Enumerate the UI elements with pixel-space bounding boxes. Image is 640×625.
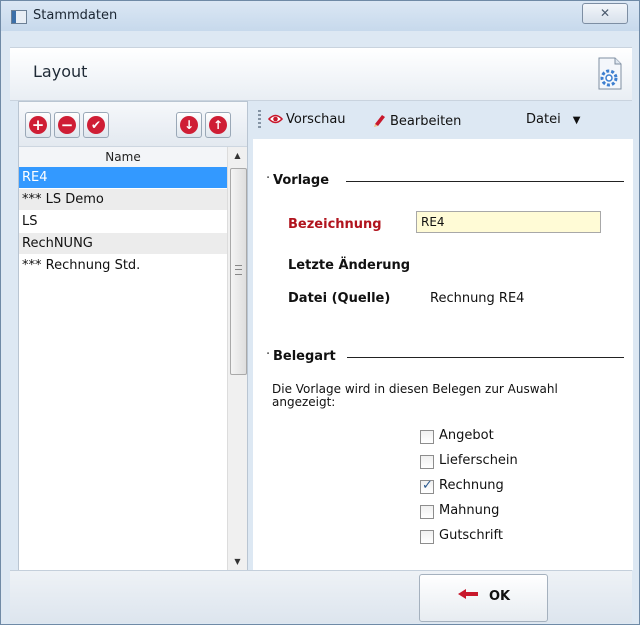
lieferschein-label[interactable]: Lieferschein: [439, 453, 518, 468]
dialog-footer: OK: [10, 570, 632, 623]
window-title: Stammdaten: [33, 8, 118, 23]
close-button[interactable]: ✕: [582, 3, 628, 24]
file-label: Datei: [526, 112, 561, 127]
rechnung-checkbox[interactable]: [420, 478, 434, 494]
scroll-down-icon[interactable]: ▼: [228, 553, 247, 570]
preview-button[interactable]: Vorschau: [268, 112, 346, 127]
page-title: Layout: [33, 62, 88, 81]
back-arrow-icon: [457, 589, 478, 599]
toolbar-grip: [258, 110, 261, 130]
move-down-button[interactable]: ↓: [176, 112, 202, 138]
arrow-down-icon: ↓: [180, 116, 198, 134]
settings-document-icon[interactable]: [596, 56, 624, 92]
section-title-vorlage: Vorlage: [273, 173, 330, 188]
rechnung-label[interactable]: Rechnung: [439, 478, 504, 493]
letzte-aenderung-label: Letzte Änderung: [288, 258, 411, 273]
minus-icon: −: [58, 116, 76, 134]
gutschrift-checkbox[interactable]: [420, 530, 434, 544]
list-item[interactable]: LS: [19, 211, 227, 233]
angebot-checkbox[interactable]: [420, 430, 434, 444]
bezeichnung-label: Bezeichnung: [288, 217, 382, 232]
scroll-thumb[interactable]: [230, 168, 247, 375]
layout-list: RE4 *** LS Demo LS RechNUNG *** Rechnung…: [19, 167, 227, 277]
plus-icon: +: [29, 116, 47, 134]
mahnung-label[interactable]: Mahnung: [439, 503, 499, 518]
check-icon: ✔: [87, 116, 105, 134]
section-divider: [347, 357, 624, 358]
detail-toolbar: Vorschau Bearbeiten Datei ▼: [253, 105, 633, 135]
detail-pane: · Vorlage Bezeichnung RE4 Letzte Änderun…: [253, 139, 633, 570]
title-bar: Stammdaten ✕: [1, 1, 639, 31]
eye-icon: [268, 114, 283, 124]
list-toolbar: + − ✔ ↓ ↑: [19, 102, 247, 147]
section-title-belegart: Belegart: [273, 349, 336, 364]
datei-quelle-value: Rechnung RE4: [430, 291, 525, 306]
add-button[interactable]: +: [25, 112, 51, 138]
section-bullet: ·: [266, 347, 271, 362]
edit-button[interactable]: Bearbeiten: [371, 112, 461, 129]
mahnung-checkbox[interactable]: [420, 505, 434, 519]
datei-quelle-label: Datei (Quelle): [288, 291, 391, 306]
list-scrollbar[interactable]: ▲ ▼: [227, 147, 247, 570]
edit-label: Bearbeiten: [390, 114, 462, 129]
stammdaten-window: Stammdaten ✕ Layout + − ✔ ↓ ↑ Name RE4 *…: [0, 0, 640, 625]
arrow-up-icon: ↑: [209, 116, 227, 134]
page-header: Layout: [10, 47, 632, 101]
ok-label: OK: [488, 589, 511, 604]
gutschrift-label[interactable]: Gutschrift: [439, 528, 503, 543]
section-divider: [346, 181, 624, 182]
list-item[interactable]: *** Rechnung Std.: [19, 255, 227, 277]
file-menu-button[interactable]: Datei ▼: [526, 112, 580, 127]
section-bullet: ·: [266, 171, 271, 186]
belegart-description: Die Vorlage wird in diesen Belegen zur A…: [272, 382, 558, 409]
app-icon: [11, 10, 27, 24]
bezeichnung-input[interactable]: RE4: [416, 211, 601, 233]
remove-button[interactable]: −: [54, 112, 80, 138]
dropdown-caret-icon: ▼: [572, 115, 581, 126]
column-header-name[interactable]: Name: [19, 147, 227, 168]
list-item[interactable]: *** LS Demo: [19, 189, 227, 211]
preview-label: Vorschau: [286, 112, 346, 127]
pencil-icon: [374, 115, 385, 127]
ok-button[interactable]: OK: [419, 574, 548, 622]
confirm-button[interactable]: ✔: [83, 112, 109, 138]
list-item[interactable]: RechNUNG: [19, 233, 227, 255]
lieferschein-checkbox[interactable]: [420, 455, 434, 469]
layout-list-pane: + − ✔ ↓ ↑ Name RE4 *** LS Demo LS RechNU…: [18, 101, 248, 572]
list-item[interactable]: RE4: [19, 167, 227, 189]
move-up-button[interactable]: ↑: [205, 112, 231, 138]
angebot-label[interactable]: Angebot: [439, 428, 494, 443]
scroll-up-icon[interactable]: ▲: [228, 147, 247, 164]
